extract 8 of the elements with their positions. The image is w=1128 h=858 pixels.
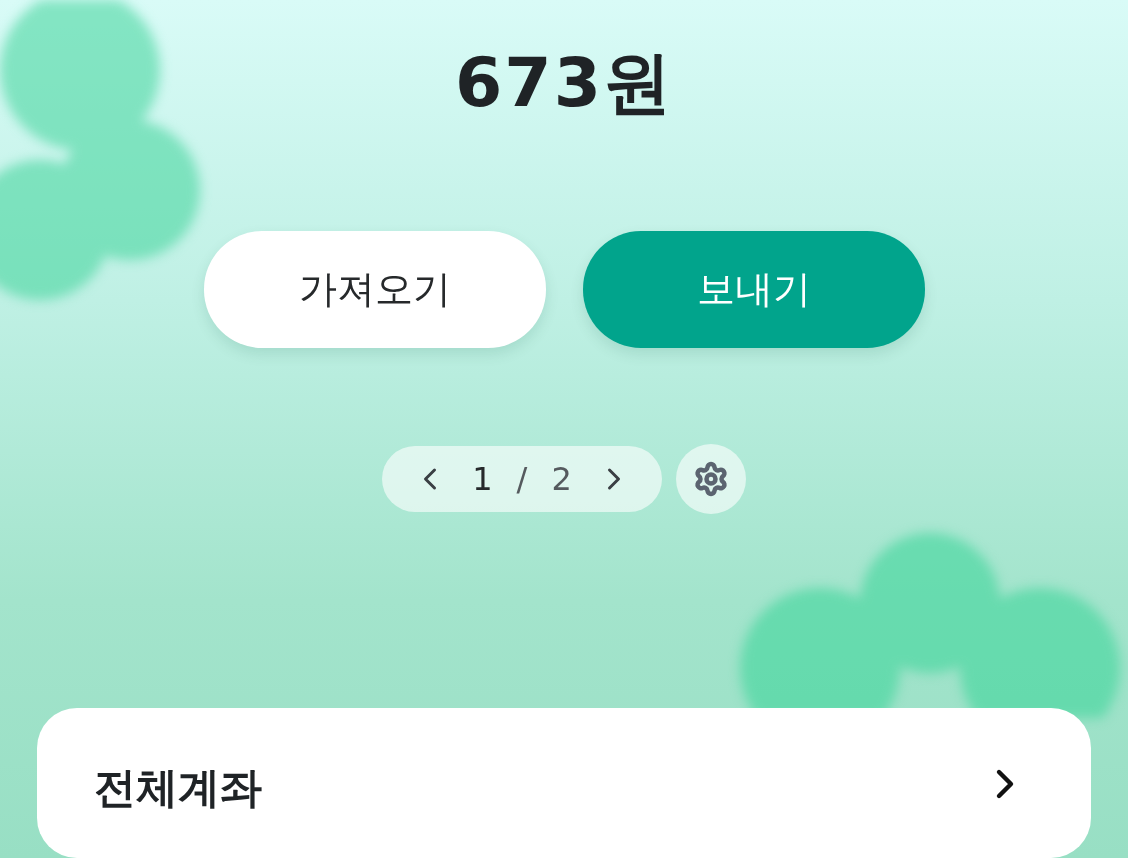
import-button[interactable]: 가져오기 bbox=[203, 231, 546, 348]
balance-amount: 673원 bbox=[455, 42, 673, 124]
card-title: 전체계좌 bbox=[94, 762, 262, 814]
total-pages: 2 bbox=[551, 460, 572, 498]
gear-icon bbox=[692, 461, 729, 497]
current-page: 1 bbox=[472, 460, 493, 498]
account-card[interactable]: 전체계좌 bbox=[37, 708, 1091, 858]
page-separator: / bbox=[516, 460, 528, 498]
